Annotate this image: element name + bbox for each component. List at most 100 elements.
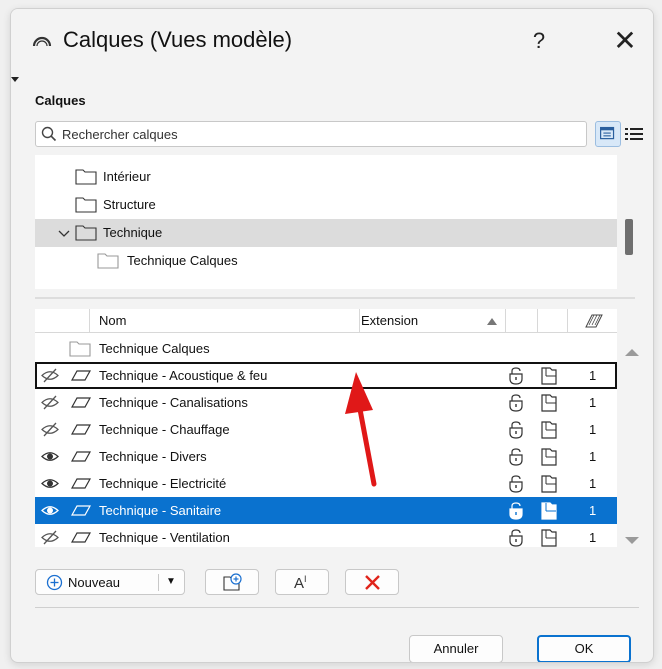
intersection-group-number[interactable]: 1 [589, 395, 596, 410]
lock-icon[interactable] [507, 448, 525, 466]
tree-scrollbar-thumb[interactable] [625, 219, 633, 255]
eye-icon[interactable] [41, 476, 59, 491]
layers-table: Nom Extension Technique Calques Techniqu… [35, 309, 617, 547]
lock-icon[interactable] [507, 502, 525, 520]
new-folder-button[interactable] [205, 569, 259, 595]
help-button[interactable]: ? [519, 21, 559, 61]
intersection-group-number[interactable]: 1 [589, 368, 596, 383]
dropdown-arrow-icon[interactable]: ▼ [166, 576, 176, 587]
scroll-up-arrow[interactable] [625, 349, 639, 356]
delete-button[interactable] [345, 569, 399, 595]
layer-plane-icon[interactable] [71, 531, 91, 544]
column-header-extension[interactable]: Extension [361, 313, 418, 328]
intersection-group-number[interactable]: 1 [589, 422, 596, 437]
tree-item-technique[interactable]: Technique [35, 219, 617, 247]
chevron-down-icon[interactable] [58, 228, 70, 240]
layer-plane-icon[interactable] [71, 504, 91, 517]
collapse-triangle-icon[interactable] [11, 77, 19, 82]
table-row[interactable]: Technique - Canalisations 1 [35, 389, 617, 416]
footer-divider [35, 607, 639, 608]
split-divider [158, 574, 159, 591]
layer-plane-icon[interactable] [71, 450, 91, 463]
wireframe-icon[interactable] [541, 502, 557, 520]
new-layer-button[interactable]: Nouveau ▼ [35, 569, 185, 595]
column-header-name[interactable]: Nom [99, 313, 126, 328]
rename-button[interactable]: AI [275, 569, 329, 595]
tree-item-label: Technique Calques [127, 253, 238, 268]
app-arc-icon [32, 36, 52, 47]
table-header: Nom Extension [35, 309, 617, 333]
tree-item-label: Intérieur [103, 169, 151, 184]
eye-hidden-icon[interactable] [41, 530, 59, 545]
tree-item-technique-calques[interactable]: Technique Calques [35, 247, 617, 275]
splitter[interactable] [35, 297, 635, 299]
intersection-group-number[interactable]: 1 [589, 476, 596, 491]
wireframe-icon[interactable] [541, 475, 557, 493]
tree-item-structure[interactable]: Structure [35, 191, 617, 219]
layer-plane-icon[interactable] [71, 396, 91, 409]
folder-icon [75, 225, 97, 241]
wireframe-icon[interactable] [541, 394, 557, 412]
eye-icon[interactable] [41, 449, 59, 464]
section-title: Calques [35, 93, 86, 108]
layer-name: Technique - Sanitaire [99, 503, 222, 518]
sort-ascending-icon [487, 318, 497, 325]
close-button[interactable]: ✕ [605, 21, 645, 61]
rename-icon: AI [294, 574, 307, 592]
intersection-group-number[interactable]: 1 [589, 503, 596, 518]
layer-name: Technique - Divers [99, 449, 207, 464]
wireframe-icon[interactable] [541, 448, 557, 466]
layers-dialog: Calques (Vues modèle) ? ✕ Calques Intéri… [10, 8, 654, 663]
wireframe-icon[interactable] [541, 367, 557, 385]
layer-plane-icon[interactable] [71, 477, 91, 490]
table-row[interactable]: Technique - Electricité 1 [35, 470, 617, 497]
column-separator [537, 309, 538, 333]
eye-hidden-icon[interactable] [41, 422, 59, 437]
scroll-down-arrow[interactable] [625, 537, 639, 544]
lock-icon[interactable] [507, 529, 525, 547]
ok-button[interactable]: OK [537, 635, 631, 662]
search-box[interactable] [35, 121, 587, 147]
rename-glyph: A [294, 575, 305, 592]
table-row[interactable]: Technique - Divers 1 [35, 443, 617, 470]
cancel-button[interactable]: Annuler [409, 635, 503, 662]
column-separator [89, 309, 90, 333]
wireframe-icon[interactable] [541, 421, 557, 439]
layer-plane-icon[interactable] [71, 369, 91, 382]
folder-icon [75, 169, 97, 185]
layer-folder-tree: Intérieur Structure Technique Technique … [35, 155, 617, 289]
column-separator [505, 309, 506, 333]
new-button-label: Nouveau [68, 575, 121, 590]
intersection-group-number[interactable]: 1 [589, 530, 596, 545]
lock-icon[interactable] [507, 394, 525, 412]
lock-icon[interactable] [507, 421, 525, 439]
layer-name: Technique - Ventilation [99, 530, 230, 545]
search-input[interactable] [62, 125, 582, 143]
group-row-label: Technique Calques [99, 341, 210, 356]
list-view-icon[interactable] [623, 123, 645, 145]
folder-icon [97, 253, 119, 269]
delete-icon [365, 575, 380, 590]
eye-hidden-icon[interactable] [41, 368, 59, 383]
wireframe-icon[interactable] [541, 529, 557, 547]
layer-name: Technique - Canalisations [99, 395, 248, 410]
layer-name: Technique - Electricité [99, 476, 227, 491]
lock-icon[interactable] [507, 475, 525, 493]
search-icon [41, 126, 57, 142]
intersection-group-number[interactable]: 1 [589, 449, 596, 464]
table-row[interactable]: Technique - Sanitaire 1 [35, 497, 617, 524]
tree-item-label: Structure [103, 197, 156, 212]
tree-item-interieur[interactable]: Intérieur [35, 163, 617, 191]
layer-plane-icon[interactable] [71, 423, 91, 436]
lock-icon[interactable] [507, 367, 525, 385]
folder-icon [75, 197, 97, 213]
eye-hidden-icon[interactable] [41, 395, 59, 410]
tree-view-icon [600, 126, 615, 140]
table-group-row[interactable]: Technique Calques [35, 335, 617, 362]
table-row[interactable]: Technique - Ventilation 1 [35, 524, 617, 551]
tree-view-button[interactable] [595, 121, 621, 147]
eye-icon[interactable] [41, 503, 59, 518]
window-title: Calques (Vues modèle) [63, 27, 293, 52]
table-row[interactable]: Technique - Chauffage 1 [35, 416, 617, 443]
table-row[interactable]: Technique - Acoustique & feu 1 [35, 362, 617, 389]
